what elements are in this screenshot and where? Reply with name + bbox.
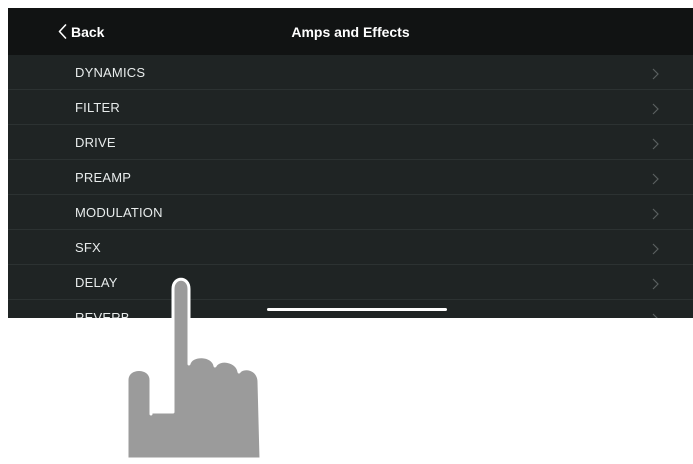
list-item-preamp[interactable]: PREAMP [8, 160, 693, 195]
list-item-filter[interactable]: FILTER [8, 90, 693, 125]
chevron-right-icon [652, 67, 659, 85]
list-item-label: FILTER [75, 100, 121, 115]
chevron-right-icon [652, 172, 659, 190]
chevron-right-icon [652, 312, 659, 318]
list-item-label: DELAY [75, 275, 118, 290]
back-button[interactable]: Back [58, 8, 104, 55]
list-item-drive[interactable]: DRIVE [8, 125, 693, 160]
list-item-label: SFX [75, 240, 101, 255]
page-title: Amps and Effects [291, 23, 410, 40]
back-label: Back [71, 23, 105, 40]
list-item-label: REVERB [75, 310, 130, 318]
navigation-bar: Back Amps and Effects [8, 8, 693, 55]
list-item-delay[interactable]: DELAY [8, 265, 693, 300]
home-indicator[interactable] [267, 308, 447, 311]
list-item-label: PREAMP [75, 170, 132, 185]
list-item-label: MODULATION [75, 205, 163, 220]
app-screen: Back Amps and Effects DYNAMICS FILTER DR… [8, 8, 693, 318]
list-item-label: DRIVE [75, 135, 116, 150]
list-item-label: DYNAMICS [75, 65, 146, 80]
hand-pointer-icon [125, 272, 275, 464]
chevron-left-icon [58, 24, 67, 39]
chevron-right-icon [652, 277, 659, 295]
list-item-dynamics[interactable]: DYNAMICS [8, 55, 693, 90]
chevron-right-icon [652, 242, 659, 260]
list-item-sfx[interactable]: SFX [8, 230, 693, 265]
chevron-right-icon [652, 137, 659, 155]
list-item-modulation[interactable]: MODULATION [8, 195, 693, 230]
chevron-right-icon [652, 207, 659, 225]
effects-category-list: DYNAMICS FILTER DRIVE PREAMP MODULATION … [8, 55, 693, 318]
chevron-right-icon [652, 102, 659, 120]
